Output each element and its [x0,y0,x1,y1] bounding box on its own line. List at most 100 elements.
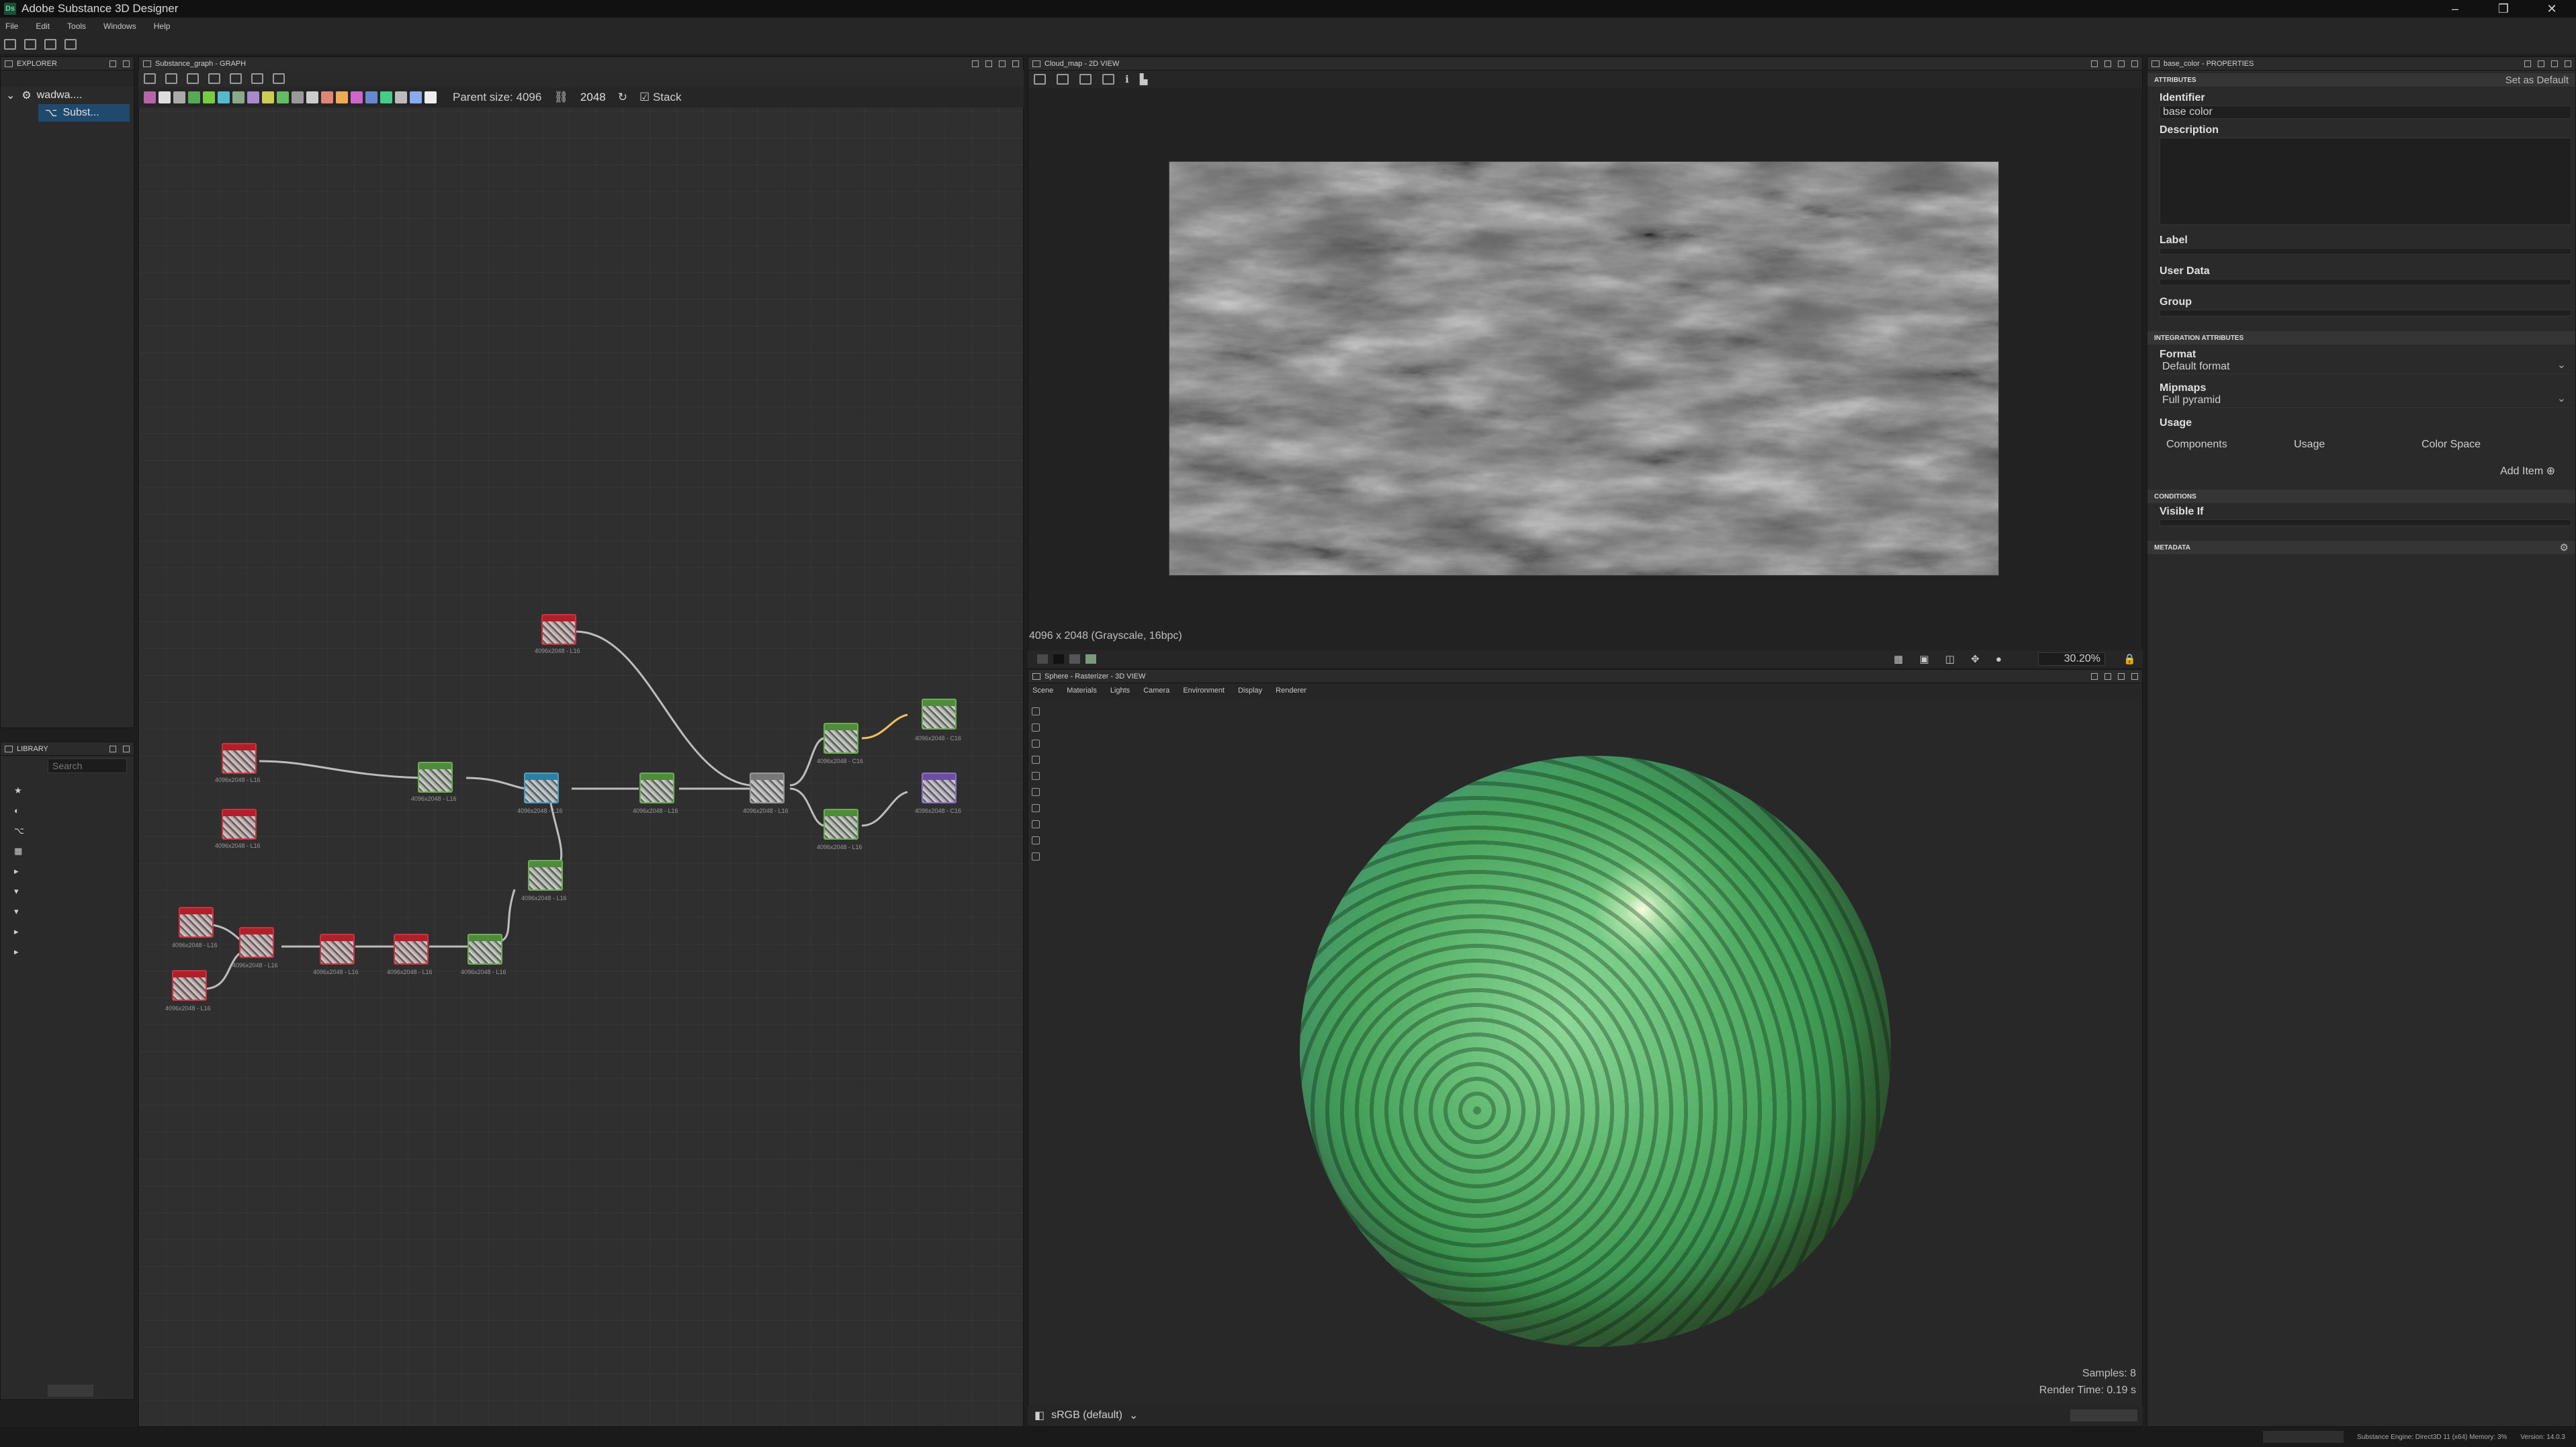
channels-icon[interactable] [1102,74,1114,85]
pin-icon[interactable] [2524,60,2531,67]
maximize-icon[interactable] [2118,672,2125,680]
zoom-input[interactable]: 30.20% [2038,652,2105,666]
category-icon[interactable]: ▾ [14,906,28,917]
tab-lights[interactable]: Lights [1110,687,1130,695]
graph-node[interactable] [824,723,858,754]
category-icon[interactable]: ▸ [14,947,28,957]
graph-node[interactable] [468,934,502,965]
chevron-down-icon[interactable]: ⌄ [6,89,15,102]
group-field[interactable] [2160,310,2571,316]
graph-node[interactable] [239,927,274,958]
float-icon[interactable] [2538,60,2544,67]
float-icon[interactable] [109,745,116,752]
tab-display[interactable]: Display [1238,687,1262,695]
maximize-icon[interactable] [2118,60,2125,67]
graph-node[interactable] [541,614,576,645]
library-scrollbar[interactable] [48,1385,93,1397]
add-item-button[interactable]: Add Item ⊕ [2147,464,2555,478]
reset-icon[interactable] [1032,852,1040,861]
colorspace-dropdown[interactable]: sRGB (default) [1051,1409,1122,1421]
copy-icon[interactable] [1079,74,1092,85]
close-icon[interactable]: ✕ [2528,0,2576,17]
menu-windows[interactable]: Windows [103,21,136,31]
minimize-icon[interactable]: – [2431,0,2479,17]
rotate-icon[interactable] [1032,724,1040,732]
histogram-icon[interactable]: ▙ [1140,73,1148,85]
view-options-icon[interactable]: ▦ ▣ ◫ ✥ ● [1894,653,2008,665]
close-icon[interactable] [2131,60,2138,67]
mipmaps-dropdown[interactable]: Full pyramid [2160,392,2571,408]
tab-materials[interactable]: Materials [1067,687,1097,695]
favorites-icon[interactable]: ★ [14,785,28,796]
settings-icon[interactable]: ⚙ [2560,541,2569,554]
float-icon[interactable] [109,60,116,67]
category-icon[interactable]: ▾ [14,886,28,897]
float-icon[interactable] [2104,60,2111,67]
graph-node[interactable] [524,773,559,803]
graph-node[interactable] [222,743,257,774]
label-field[interactable] [2160,248,2571,255]
light-icon[interactable] [1032,772,1040,780]
explorer-item-package[interactable]: ⌄ ⚙ wadwa.... [1,87,134,104]
graph-node[interactable] [418,762,453,793]
select-icon[interactable] [1032,707,1040,715]
settings-icon[interactable] [1032,788,1040,796]
format-dropdown[interactable]: Default format [2160,358,2571,374]
metadata-section[interactable]: METADATA ⚙ [2147,541,2575,554]
color-swatch-icon[interactable] [1037,654,1048,664]
library-search-input[interactable]: Search [48,758,127,773]
category-icon[interactable]: ⌥ [14,826,28,836]
close-icon[interactable] [2131,672,2138,680]
save-image-icon[interactable] [1057,74,1069,85]
attributes-section[interactable]: ATTRIBUTES Set as Default [2147,73,2575,87]
userdata-field[interactable] [2160,279,2571,286]
menu-tools[interactable]: Tools [67,21,86,31]
preview-sphere[interactable] [1300,756,1891,1347]
conditions-section[interactable]: CONDITIONS [2147,490,2575,503]
graph-node[interactable] [750,773,785,803]
fit-icon[interactable] [1034,74,1046,85]
float-icon[interactable] [2104,672,2111,680]
integration-section[interactable]: INTEGRATION ATTRIBUTES [2147,331,2575,345]
menu-file[interactable]: File [5,21,18,31]
pin-icon[interactable] [2091,672,2098,680]
color-swatch-icon[interactable] [1053,654,1064,664]
undo-icon[interactable] [64,39,77,50]
description-field[interactable] [2160,138,2571,225]
tab-renderer[interactable]: Renderer [1276,687,1306,695]
open-file-icon[interactable] [24,39,36,50]
graph-node[interactable] [394,934,429,965]
tab-scene[interactable]: Scene [1032,687,1053,695]
view3d-scrollbar[interactable] [2070,1409,2137,1421]
graph-node[interactable] [528,860,563,891]
save-icon[interactable] [44,39,56,50]
category-icon[interactable]: ▸ [14,926,28,937]
graph-node[interactable] [179,907,214,938]
screenshot-icon[interactable] [1032,756,1040,764]
material-icon[interactable] [1032,820,1040,828]
camera-icon[interactable] [1032,740,1040,748]
environment-icon[interactable] [1032,836,1040,844]
graph-node[interactable] [320,934,355,965]
tab-camera[interactable]: Camera [1143,687,1169,695]
category-icon[interactable]: ▸ [14,866,28,877]
mesh-icon[interactable] [1032,804,1040,812]
identifier-field[interactable]: base color [2160,105,2571,119]
maximize-icon[interactable]: ❐ [2479,0,2528,17]
chevron-down-icon[interactable]: ⌄ [1129,1409,1138,1422]
pin-icon[interactable] [2091,60,2098,67]
menu-edit[interactable]: Edit [36,21,50,31]
close-icon[interactable] [123,745,130,752]
color-swatch-icon[interactable] [1069,654,1080,664]
set-default-button[interactable]: Set as Default [2505,75,2569,86]
graph-node[interactable] [639,773,674,803]
lock-icon[interactable]: 🔒 [2123,653,2136,665]
category-icon[interactable]: ▦ [14,846,28,857]
new-file-icon[interactable] [4,39,16,50]
color-swatch-icon[interactable] [1085,654,1096,664]
maximize-icon[interactable] [2551,60,2558,67]
visible-if-field[interactable] [2160,519,2571,526]
menu-help[interactable]: Help [154,21,171,31]
graph-node[interactable] [922,699,957,730]
graph-node[interactable] [172,970,207,1001]
